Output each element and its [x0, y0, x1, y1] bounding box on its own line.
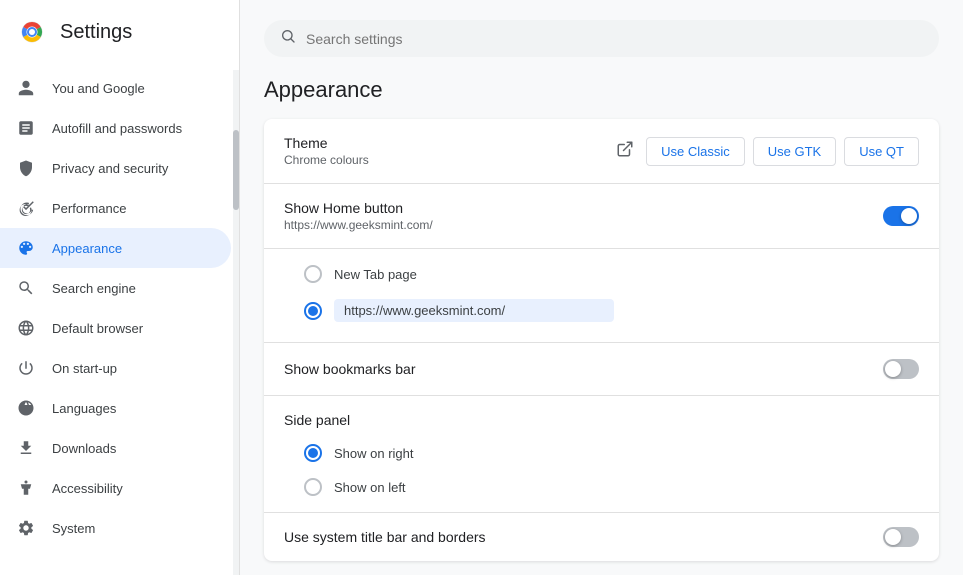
home-button-url: https://www.geeksmint.com/	[284, 218, 433, 232]
sidebar-item-label-on-startup: On start-up	[52, 361, 117, 376]
new-tab-radio[interactable]	[304, 265, 322, 283]
sidebar-item-label-accessibility: Accessibility	[52, 481, 123, 496]
bookmarks-bar-row: Show bookmarks bar	[264, 343, 939, 396]
system-toggle-thumb	[885, 529, 901, 545]
bookmarks-bar-label: Show bookmarks bar	[284, 361, 416, 377]
sidebar-item-label-system: System	[52, 521, 95, 536]
page-title: Appearance	[264, 77, 939, 103]
sidebar-item-appearance[interactable]: Appearance	[0, 228, 231, 268]
custom-url-option[interactable]	[304, 291, 919, 330]
scrollbar-track[interactable]	[233, 70, 239, 575]
language-icon	[16, 398, 36, 418]
sidebar-item-downloads[interactable]: Downloads	[0, 428, 231, 468]
palette-icon	[16, 238, 36, 258]
sidebar-item-privacy-security[interactable]: Privacy and security	[0, 148, 231, 188]
search-input[interactable]	[306, 31, 923, 47]
sidebar-item-accessibility[interactable]: Accessibility	[0, 468, 231, 508]
sidebar-item-languages[interactable]: Languages	[0, 388, 231, 428]
app-title: Settings	[60, 21, 132, 44]
main-content: Appearance Theme Chrome colours	[240, 0, 963, 575]
sidebar-item-label-autofill: Autofill and passwords	[52, 121, 182, 136]
accessibility-icon	[16, 478, 36, 498]
custom-url-radio[interactable]	[304, 302, 322, 320]
show-home-button-row: Show Home button https://www.geeksmint.c…	[264, 184, 939, 249]
show-on-right-label: Show on right	[334, 446, 414, 461]
search-icon	[16, 278, 36, 298]
search-bar-wrapper	[264, 20, 939, 57]
theme-sub-label: Chrome colours	[284, 153, 369, 167]
show-on-left-label: Show on left	[334, 480, 406, 495]
sidebar-item-label-languages: Languages	[52, 401, 116, 416]
external-link-icon[interactable]	[612, 136, 638, 167]
sidebar-item-label-you-and-google: You and Google	[52, 81, 145, 96]
settings-icon	[16, 518, 36, 538]
appearance-settings-card: Theme Chrome colours Use Classic Use GTK…	[264, 119, 939, 561]
sidebar: Settings You and Google Autofill and pass…	[0, 0, 240, 575]
theme-actions: Use Classic Use GTK Use QT	[612, 136, 919, 167]
search-icon	[280, 28, 296, 49]
system-title-bar-toggle[interactable]	[883, 527, 919, 547]
sidebar-item-you-and-google[interactable]: You and Google	[0, 68, 231, 108]
sidebar-item-on-startup[interactable]: On start-up	[0, 348, 231, 388]
power-icon	[16, 358, 36, 378]
bookmarks-toggle-thumb	[885, 361, 901, 377]
use-qt-button[interactable]: Use QT	[844, 137, 919, 166]
sidebar-item-label-default-browser: Default browser	[52, 321, 143, 336]
sidebar-header: Settings	[0, 0, 239, 64]
use-classic-button[interactable]: Use Classic	[646, 137, 745, 166]
home-button-toggle[interactable]	[883, 206, 919, 226]
system-title-bar-row: Use system title bar and borders	[264, 513, 939, 561]
system-title-bar-label: Use system title bar and borders	[284, 529, 486, 545]
sidebar-item-label-downloads: Downloads	[52, 441, 116, 456]
show-on-left-radio[interactable]	[304, 478, 322, 496]
sidebar-nav: You and Google Autofill and passwords Priv…	[0, 64, 239, 575]
sidebar-item-label-performance: Performance	[52, 201, 126, 216]
sidebar-item-label-search-engine: Search engine	[52, 281, 136, 296]
web-icon	[16, 318, 36, 338]
sidebar-item-performance[interactable]: Performance	[0, 188, 231, 228]
scrollbar-thumb[interactable]	[233, 130, 239, 210]
sidebar-item-autofill[interactable]: Autofill and passwords	[0, 108, 231, 148]
show-on-right-option[interactable]: Show on right	[304, 436, 919, 470]
theme-label: Theme	[284, 135, 369, 151]
show-on-right-radio[interactable]	[304, 444, 322, 462]
side-panel-radio-group: Show on right Show on left	[284, 432, 919, 512]
person-icon	[16, 78, 36, 98]
theme-info: Theme Chrome colours	[284, 135, 369, 167]
search-bar	[264, 20, 939, 57]
shield-icon	[16, 158, 36, 178]
new-tab-option[interactable]: New Tab page	[304, 257, 919, 291]
home-button-radio-group: New Tab page	[264, 249, 939, 343]
side-panel-label: Side panel	[284, 412, 919, 428]
use-gtk-button[interactable]: Use GTK	[753, 137, 836, 166]
sidebar-item-default-browser[interactable]: Default browser	[0, 308, 231, 348]
show-on-left-option[interactable]: Show on left	[304, 470, 919, 504]
toggle-thumb	[901, 208, 917, 224]
sidebar-item-search-engine[interactable]: Search engine	[0, 268, 231, 308]
home-info: Show Home button https://www.geeksmint.c…	[284, 200, 433, 232]
theme-row: Theme Chrome colours Use Classic Use GTK…	[264, 119, 939, 184]
sidebar-item-label-privacy-security: Privacy and security	[52, 161, 168, 176]
download-icon	[16, 438, 36, 458]
chrome-logo	[16, 16, 48, 48]
bookmarks-bar-toggle[interactable]	[883, 359, 919, 379]
custom-url-input[interactable]	[334, 299, 614, 322]
side-panel-row: Side panel Show on right Show on left	[264, 396, 939, 513]
article-icon	[16, 118, 36, 138]
new-tab-label: New Tab page	[334, 267, 417, 282]
sidebar-item-label-appearance: Appearance	[52, 241, 122, 256]
sidebar-item-system[interactable]: System	[0, 508, 231, 548]
home-button-label: Show Home button	[284, 200, 433, 216]
speed-icon	[16, 198, 36, 218]
